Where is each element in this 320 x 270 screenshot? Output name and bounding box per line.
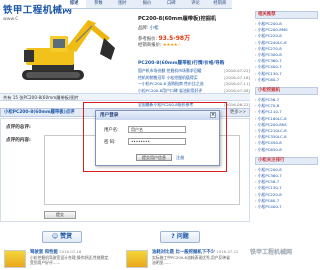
sidebar-item-label[interactable]: 小松PC210LC-8 — [258, 128, 287, 133]
review-submit-button[interactable]: 提交 — [44, 211, 76, 219]
sidebar-item-label[interactable]: 小松PC160LC-8 — [258, 116, 287, 121]
sidebar-item-label[interactable]: 小松PC200-8 — [258, 167, 282, 172]
sidebar-item-label[interactable]: 小松PC130-7 — [258, 185, 282, 190]
news-item[interactable]: 一小松PC200-8 选购指南 性价比之选 [2016-07-11] — [138, 81, 250, 88]
sidebar-item-label[interactable]: 小松PC200-8M0 — [258, 27, 288, 32]
question-button[interactable]: ? 问题 — [160, 231, 200, 243]
username-label: 用户名: — [104, 128, 119, 133]
sidebar-item-label[interactable]: 小松PC56-7 — [258, 97, 280, 102]
sidebar-item-label[interactable]: 小松PC130-7 — [258, 71, 282, 76]
sidebar-item-label[interactable]: 小松PC300-8 — [258, 52, 282, 57]
product-news-title[interactable]: PC200-8(60mm履带板)行情/价格/导购 — [138, 60, 224, 66]
right-sidebar: 相关推荐 ›小松PC200-8 ›小松PC200-8M0 ›小松PC220-8 … — [255, 11, 318, 214]
rating-label: 经销商报价: — [138, 43, 162, 48]
sidebar-item[interactable]: ›小松PC400-7 — [255, 204, 318, 210]
rating-stars: ★★★★☆ — [162, 43, 182, 48]
review-more-link[interactable]: 更多>> — [230, 109, 246, 116]
photo-count-text: 共有 15 张PC200-8(60mm履带板)图片 — [3, 95, 79, 100]
brand-link[interactable]: 小松 — [150, 26, 159, 31]
sidebar-item-label[interactable]: 小松PC270-8 — [258, 46, 282, 51]
excavator-image[interactable] — [18, 14, 118, 86]
tab-params[interactable]: 参数 — [86, 0, 110, 8]
news-thumbnail[interactable] — [126, 250, 148, 268]
tab-overview[interactable]: 综述 — [62, 0, 87, 8]
sidebar-item-label[interactable]: 小松PC200-8 — [258, 21, 282, 26]
page: 铁甲工程机械网 www.CEhome.com 综述 参数 图片 报价 口碑 评论… — [0, 0, 320, 270]
site-watermark: 铁甲工程机械网 — [250, 249, 293, 256]
sidebar-item[interactable]: ›小松PC60-7 — [255, 77, 318, 83]
agree-label: 赞赏 — [60, 233, 73, 240]
product-tabs: 综述 参数 图片 报价 口碑 评论 经销商 — [62, 0, 232, 9]
thumbs-up-icon: ☺ — [51, 233, 59, 240]
product-name: PC200-8(60mm履带板)挖掘机 — [138, 16, 217, 22]
tab-prices[interactable]: 报价 — [135, 0, 159, 8]
login-submit-button[interactable]: 提交用户信息 — [136, 154, 172, 161]
news-item-title[interactable]: 一小松PC200-8 选购指南 性价比之选 — [138, 81, 204, 88]
overall-rating-label: 点评的总评: — [6, 125, 31, 130]
sidebar-section-header: 小松挖掘机 — [255, 87, 318, 96]
sidebar-item-label[interactable]: 小松PC350LC-8 — [258, 134, 287, 139]
sidebar-section-header: 小松关注排行 — [255, 156, 318, 165]
sidebar-item-label[interactable]: 小松PC400-7 — [258, 204, 282, 209]
price-line: 参考报价: 93.5-98万 — [138, 33, 190, 42]
photo-count-bar[interactable]: 共有 15 张PC200-8(60mm履带板)图片 — [0, 93, 250, 101]
sidebar-item-label[interactable]: 小松PC56-7 — [258, 179, 280, 184]
review-content-label: 点评的内容: — [6, 138, 31, 143]
question-label: 问题 — [176, 233, 189, 240]
review-section-title: 小松PC200-8(60mm履带板)点评 — [4, 110, 75, 115]
tab-reviews[interactable]: 评论 — [183, 0, 207, 8]
bottom-news-summary: 小松挖掘机驾驶室设计合理,操作舒适,性能稳定,受到用户好评…… — [30, 255, 110, 265]
sidebar-item-label[interactable]: 小松PC110-7 — [258, 109, 282, 114]
bottom-news-summary: 实际施工中PC200-8油耗表现优秀,用户反映省油明显…… — [152, 255, 230, 265]
password-field[interactable]: •••••••• — [128, 138, 186, 145]
dealer-price-line: 经销商报价: ★★★★☆ — [138, 42, 181, 48]
tab-reputation[interactable]: 口碑 — [159, 0, 183, 8]
news-item-date: [2016-07-18] — [224, 74, 250, 80]
password-label: 密 码: — [104, 140, 116, 145]
login-dialog-title: 用户登录 — [100, 113, 119, 118]
sidebar-list: ›小松PC200-8 ›小松PC200-8M0 ›小松PC220-8 ›小松PC… — [255, 21, 318, 83]
bottom-news-date: 2016-07-18 — [59, 249, 82, 254]
news-item-title[interactable]: 挖机的销售冠军 小松挖掘机值得买 — [138, 75, 198, 82]
bottom-news-item[interactable]: 油耗对比是 比一般挖掘机下不少 2016-07-12 实际施工中PC200-8油… — [152, 249, 238, 265]
sidebar-list: ›小松PC56-7 ›小松PC70-8 ›小松PC110-7 ›小松PC160L… — [255, 97, 318, 153]
close-icon[interactable]: × — [210, 112, 216, 118]
sidebar-item-label[interactable]: 小松PC240LC-8 — [258, 40, 287, 45]
sidebar-item-label[interactable]: 小松PC360-7 — [258, 58, 282, 63]
sidebar-item-label[interactable]: 小松PC70-8 — [258, 103, 280, 108]
sidebar-item-label[interactable]: 小松PC60-7 — [258, 198, 280, 203]
sidebar-item-label[interactable]: 小松PC400-7 — [258, 64, 282, 69]
news-item[interactable]: 国产机市场份额 挖掘机市场需求回暖 [2016-07-22] — [138, 68, 250, 75]
sidebar-item-label[interactable]: 小松PC200-8N1 — [258, 122, 288, 127]
login-dialog-header[interactable]: 用户登录 × — [96, 111, 219, 120]
sidebar-item-label[interactable]: 小松PC220-8 — [258, 33, 282, 38]
sidebar-item-label[interactable]: 小松PC450-8 — [258, 140, 282, 145]
login-dialog: 用户登录 × 用户名: 用户名 密 码: •••••••• 提交用户信息 注册 — [95, 110, 220, 166]
question-icon: ? — [171, 233, 175, 240]
bottom-news-item[interactable]: 驾驶室 和性能 2016-07-18 小松挖掘机驾驶室设计合理,操作舒适,性能稳… — [30, 249, 110, 265]
username-field[interactable]: 用户名 — [128, 126, 186, 133]
tab-photos[interactable]: 图片 — [111, 0, 135, 8]
news-item-date: [2016-07-11] — [224, 81, 250, 87]
sidebar-item[interactable]: ›小松PC650-8 — [255, 147, 318, 153]
sidebar-item-label[interactable]: 小松PC220-8 — [258, 192, 282, 197]
sidebar-list: ›小松PC200-8 ›小松PC360-7 ›小松PC56-7 ›小松PC130… — [255, 167, 318, 210]
brand-label: 品牌: — [138, 26, 149, 31]
sidebar-section-header: 相关推荐 — [255, 11, 318, 19]
sidebar-item-label[interactable]: 小松PC60-7 — [258, 77, 280, 82]
sidebar-item-label[interactable]: 小松PC650-8 — [258, 147, 282, 152]
news-item-date: [2016-07-22] — [224, 68, 250, 73]
price-value: 93.5-98万 — [158, 35, 191, 42]
agree-button[interactable]: ☺ 赞赏 — [42, 231, 82, 243]
register-link[interactable]: 注册 — [176, 155, 184, 161]
sidebar-item-label[interactable]: 小松PC360-7 — [258, 173, 282, 178]
news-item-title[interactable]: 国产机市场份额 挖掘机市场需求回暖 — [138, 68, 202, 75]
tab-dealers[interactable]: 经销商 — [208, 0, 232, 8]
bottom-news-date: 2016-07-12 — [216, 249, 239, 254]
news-thumbnail[interactable] — [4, 250, 26, 268]
news-item[interactable]: 挖机的销售冠军 小松挖掘机值得买 [2016-07-18] — [138, 75, 250, 82]
brand-line: 品牌: 小松 — [138, 25, 158, 31]
